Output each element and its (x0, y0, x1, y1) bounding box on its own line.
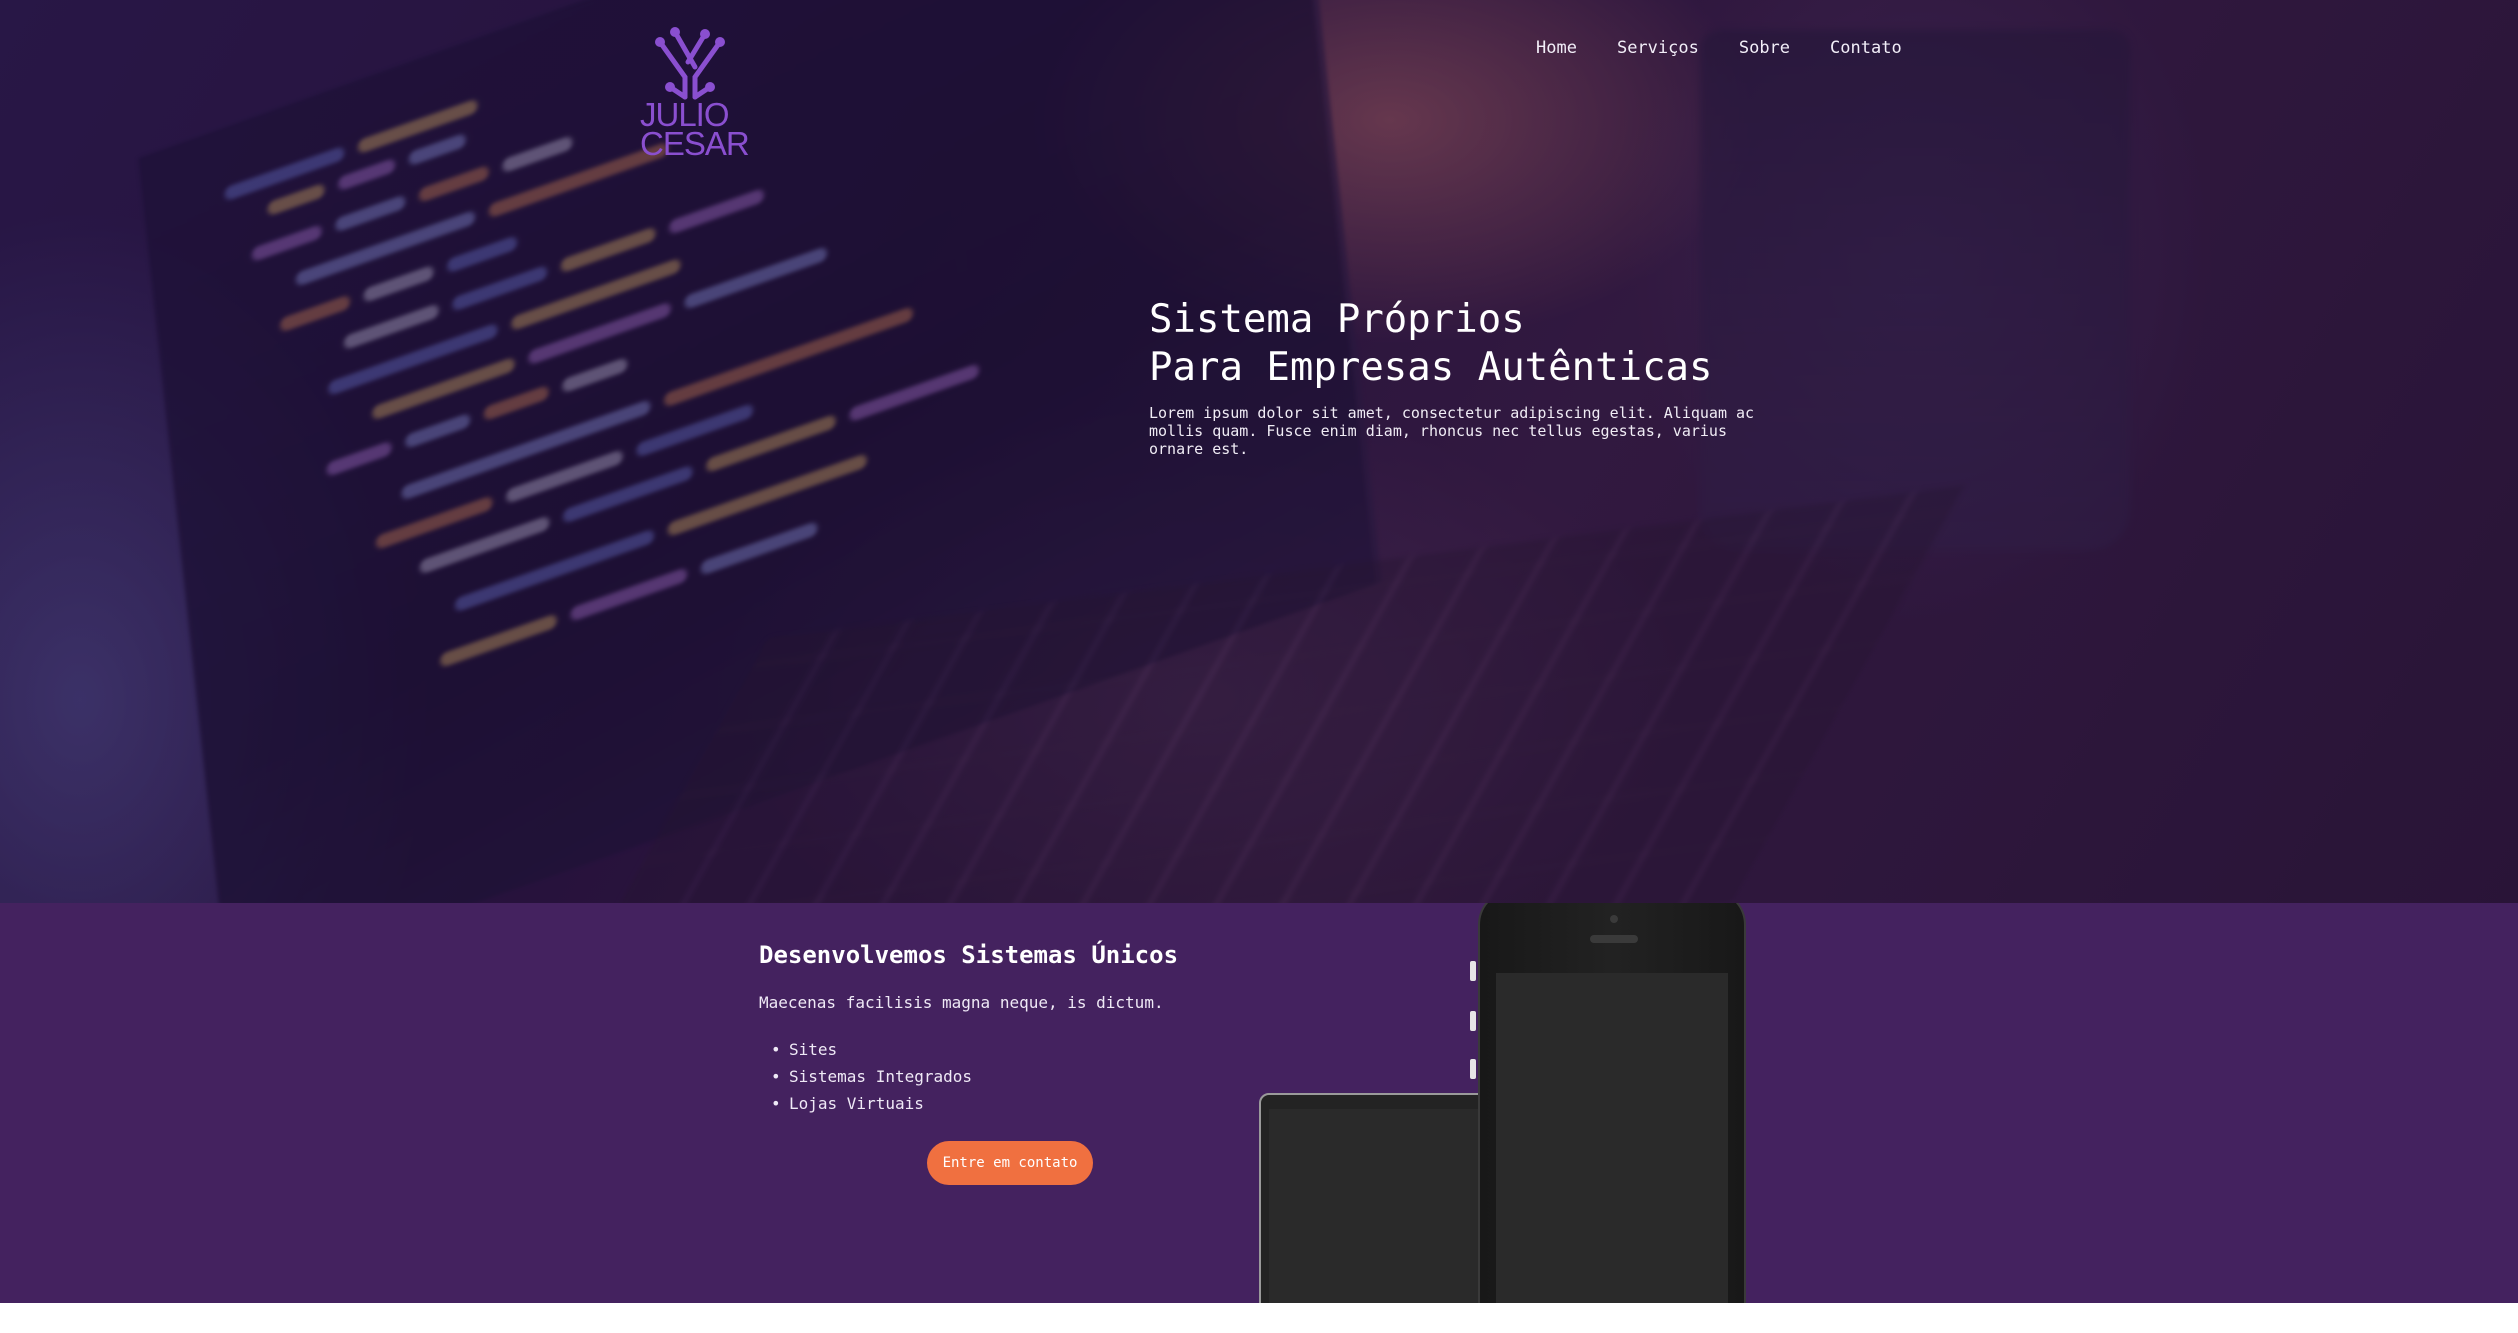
page-bottom-strip (0, 1303, 2518, 1333)
phone-side-button (1470, 1059, 1476, 1079)
services-list: Sites Sistemas Integrados Lojas Virtuais (759, 1036, 972, 1117)
contact-cta-button[interactable]: Entre em contato (927, 1141, 1093, 1185)
hero-title-line2: Para Empresas Autênticas (1149, 345, 1713, 390)
nav-link-sobre[interactable]: Sobre (1739, 38, 1790, 58)
main-nav: Home Serviços Sobre Contato (1536, 38, 1942, 58)
hero-title: Sistema Próprios Para Empresas Autêntica… (1149, 296, 1849, 392)
hero-section: JULIO CESAR Home Serviços Sobre Contato … (0, 0, 2518, 903)
smartphone-device-icon (1470, 903, 1746, 1303)
services-title: Desenvolvemos Sistemas Únicos (759, 941, 1179, 969)
services-list-item: Sites (759, 1036, 972, 1063)
services-section: Desenvolvemos Sistemas Únicos Maecenas f… (0, 903, 2518, 1303)
hero-title-line1: Sistema Próprios (1149, 297, 1525, 342)
services-subtitle: Maecenas facilisis magna neque, is dictu… (759, 993, 1164, 1012)
nav-link-home[interactable]: Home (1536, 38, 1577, 58)
phone-screen (1496, 973, 1728, 1303)
tablet-screen (1269, 1109, 1509, 1303)
nav-link-servicos[interactable]: Serviços (1617, 38, 1699, 58)
logo-text[interactable]: JULIO CESAR (640, 98, 760, 160)
phone-side-button (1470, 1011, 1476, 1031)
nav-link-contato[interactable]: Contato (1830, 38, 1902, 58)
hero-description: Lorem ipsum dolor sit amet, consectetur … (1149, 404, 1755, 458)
services-list-item: Lojas Virtuais (759, 1090, 972, 1117)
phone-side-button (1470, 961, 1476, 981)
phone-camera (1610, 915, 1618, 923)
services-list-item: Sistemas Integrados (759, 1063, 972, 1090)
phone-speaker (1590, 935, 1638, 943)
